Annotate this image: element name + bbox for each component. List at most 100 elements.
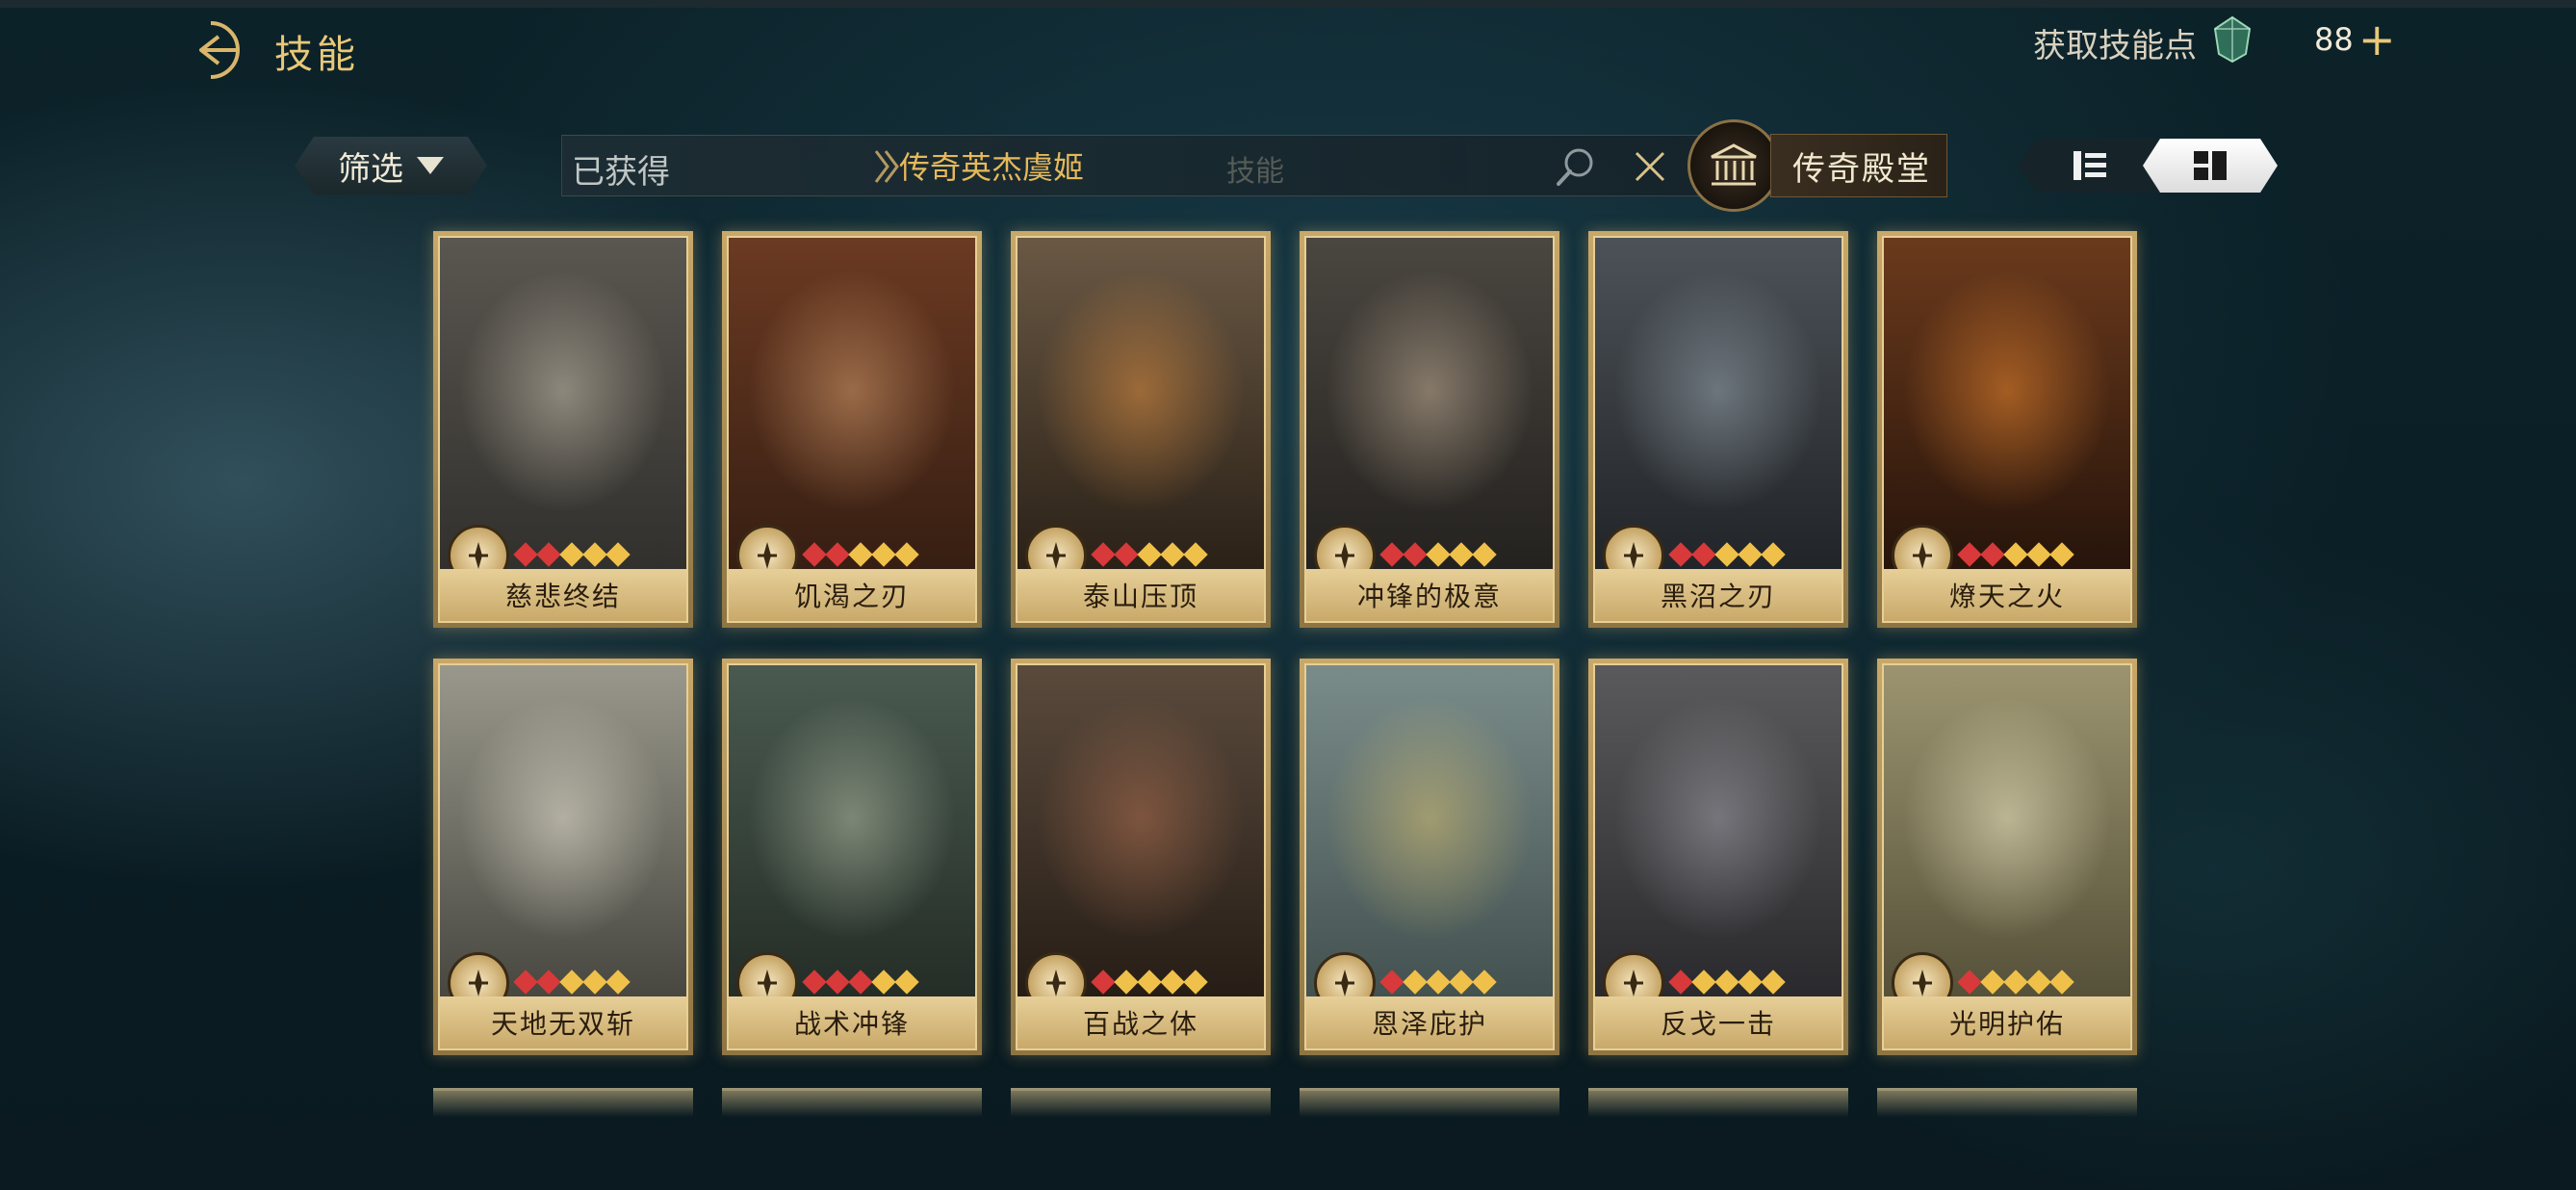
skill-name: 反戈一击 bbox=[1595, 996, 1842, 1048]
get-skill-points-label[interactable]: 获取技能点 bbox=[2033, 19, 2197, 66]
skill-stars bbox=[1091, 542, 1208, 567]
gold-star-icon bbox=[848, 542, 873, 567]
skill-points-value: 88 bbox=[2314, 21, 2354, 58]
gold-star-icon bbox=[1449, 542, 1474, 567]
skill-name: 泰山压顶 bbox=[1018, 569, 1264, 621]
skill-card[interactable]: 反戈一击 bbox=[1588, 659, 1848, 1055]
gold-star-icon bbox=[1761, 970, 1786, 995]
red-star-icon bbox=[1957, 970, 1982, 995]
gold-star-icon bbox=[871, 542, 896, 567]
gold-star-icon bbox=[2003, 970, 2028, 995]
gold-star-icon bbox=[1761, 542, 1786, 567]
gold-star-icon bbox=[2003, 542, 2028, 567]
red-star-icon bbox=[1379, 542, 1404, 567]
red-star-icon bbox=[536, 542, 561, 567]
gold-star-icon bbox=[1137, 970, 1162, 995]
list-view-icon bbox=[2074, 151, 2106, 180]
gold-star-icon bbox=[2049, 542, 2074, 567]
search-placeholder-hint: 技能 bbox=[1226, 155, 1284, 189]
skill-stars bbox=[513, 542, 631, 567]
gold-star-icon bbox=[2049, 970, 2074, 995]
legend-hall-button[interactable]: 传奇殿堂 bbox=[1687, 119, 1947, 212]
skill-point-gem-icon bbox=[2211, 15, 2254, 64]
filter-button[interactable]: 筛选 bbox=[295, 137, 487, 194]
skill-card-frame: 反戈一击 bbox=[1593, 663, 1843, 1050]
tab-owned[interactable]: 已获得 bbox=[572, 145, 670, 193]
dropdown-arrow-icon bbox=[417, 157, 444, 174]
gold-star-icon bbox=[1738, 970, 1763, 995]
back-button[interactable] bbox=[178, 17, 247, 83]
close-icon[interactable] bbox=[1631, 147, 1669, 186]
gold-star-icon bbox=[1714, 970, 1739, 995]
skill-card[interactable]: 天地无双斩 bbox=[433, 659, 693, 1055]
add-points-button[interactable]: + bbox=[2358, 13, 2396, 65]
skill-card[interactable]: 冲锋的极意 bbox=[1300, 231, 1559, 628]
red-star-icon bbox=[1668, 970, 1693, 995]
skill-card[interactable]: 恩泽庇护 bbox=[1300, 659, 1559, 1055]
skill-card-partial bbox=[1300, 1088, 1559, 1117]
red-star-icon bbox=[802, 542, 827, 567]
red-star-icon bbox=[1091, 970, 1116, 995]
skill-name: 冲锋的极意 bbox=[1306, 569, 1553, 621]
gold-star-icon bbox=[559, 970, 584, 995]
skill-card-frame: 百战之体 bbox=[1016, 663, 1266, 1050]
red-star-icon bbox=[1091, 542, 1116, 567]
skill-name: 慈悲终结 bbox=[440, 569, 686, 621]
skill-card-partial bbox=[722, 1088, 982, 1117]
skill-stars bbox=[1957, 970, 2074, 995]
skill-card-partial bbox=[1011, 1088, 1271, 1117]
red-star-icon bbox=[1980, 542, 2005, 567]
grid-view-button[interactable] bbox=[2143, 139, 2278, 193]
skill-stars bbox=[513, 970, 631, 995]
skill-stars bbox=[1379, 542, 1497, 567]
skill-name: 光明护佑 bbox=[1884, 996, 2130, 1048]
gold-star-icon bbox=[1449, 970, 1474, 995]
red-star-icon bbox=[802, 970, 827, 995]
search-input[interactable] bbox=[851, 142, 1544, 190]
skill-card[interactable]: 燎天之火 bbox=[1877, 231, 2137, 628]
skill-card[interactable]: 泰山压顶 bbox=[1011, 231, 1271, 628]
skill-stars bbox=[1668, 542, 1786, 567]
red-star-icon bbox=[1403, 542, 1428, 567]
gold-star-icon bbox=[559, 542, 584, 567]
skill-card-frame: 恩泽庇护 bbox=[1304, 663, 1555, 1050]
skill-card[interactable]: 光明护佑 bbox=[1877, 659, 2137, 1055]
skill-name: 饥渴之刃 bbox=[729, 569, 975, 621]
skill-card-frame: 泰山压顶 bbox=[1016, 236, 1266, 623]
search-icon[interactable] bbox=[1554, 145, 1598, 190]
gold-star-icon bbox=[1472, 970, 1497, 995]
skill-name: 黑沼之刃 bbox=[1595, 569, 1842, 621]
skill-card[interactable]: 饥渴之刃 bbox=[722, 231, 982, 628]
red-star-icon bbox=[1668, 542, 1693, 567]
gold-star-icon bbox=[1160, 970, 1185, 995]
gold-star-icon bbox=[1691, 970, 1716, 995]
skill-card[interactable]: 战术冲锋 bbox=[722, 659, 982, 1055]
skill-card-frame: 饥渴之刃 bbox=[727, 236, 977, 623]
skill-stars bbox=[1668, 970, 1786, 995]
gold-star-icon bbox=[605, 542, 631, 567]
red-star-icon bbox=[1379, 970, 1404, 995]
red-star-icon bbox=[536, 970, 561, 995]
red-star-icon bbox=[513, 542, 538, 567]
gold-star-icon bbox=[582, 542, 607, 567]
skill-card-partial bbox=[433, 1088, 693, 1117]
red-star-icon bbox=[825, 970, 850, 995]
red-star-icon bbox=[513, 970, 538, 995]
list-view-button[interactable] bbox=[2018, 139, 2162, 193]
skill-card[interactable]: 黑沼之刃 bbox=[1588, 231, 1848, 628]
skill-name: 战术冲锋 bbox=[729, 996, 975, 1048]
skill-card-frame: 光明护佑 bbox=[1882, 663, 2132, 1050]
skill-card[interactable]: 慈悲终结 bbox=[433, 231, 693, 628]
red-star-icon bbox=[825, 542, 850, 567]
gold-star-icon bbox=[894, 542, 919, 567]
gold-star-icon bbox=[1426, 542, 1451, 567]
gold-star-icon bbox=[871, 970, 896, 995]
skill-stars bbox=[1091, 970, 1208, 995]
skill-card-frame: 燎天之火 bbox=[1882, 236, 2132, 623]
skill-card[interactable]: 百战之体 bbox=[1011, 659, 1271, 1055]
skill-name: 百战之体 bbox=[1018, 996, 1264, 1048]
skill-name: 燎天之火 bbox=[1884, 569, 2130, 621]
gold-star-icon bbox=[1114, 970, 1139, 995]
temple-icon bbox=[1687, 119, 1780, 212]
skill-card-frame: 慈悲终结 bbox=[438, 236, 688, 623]
